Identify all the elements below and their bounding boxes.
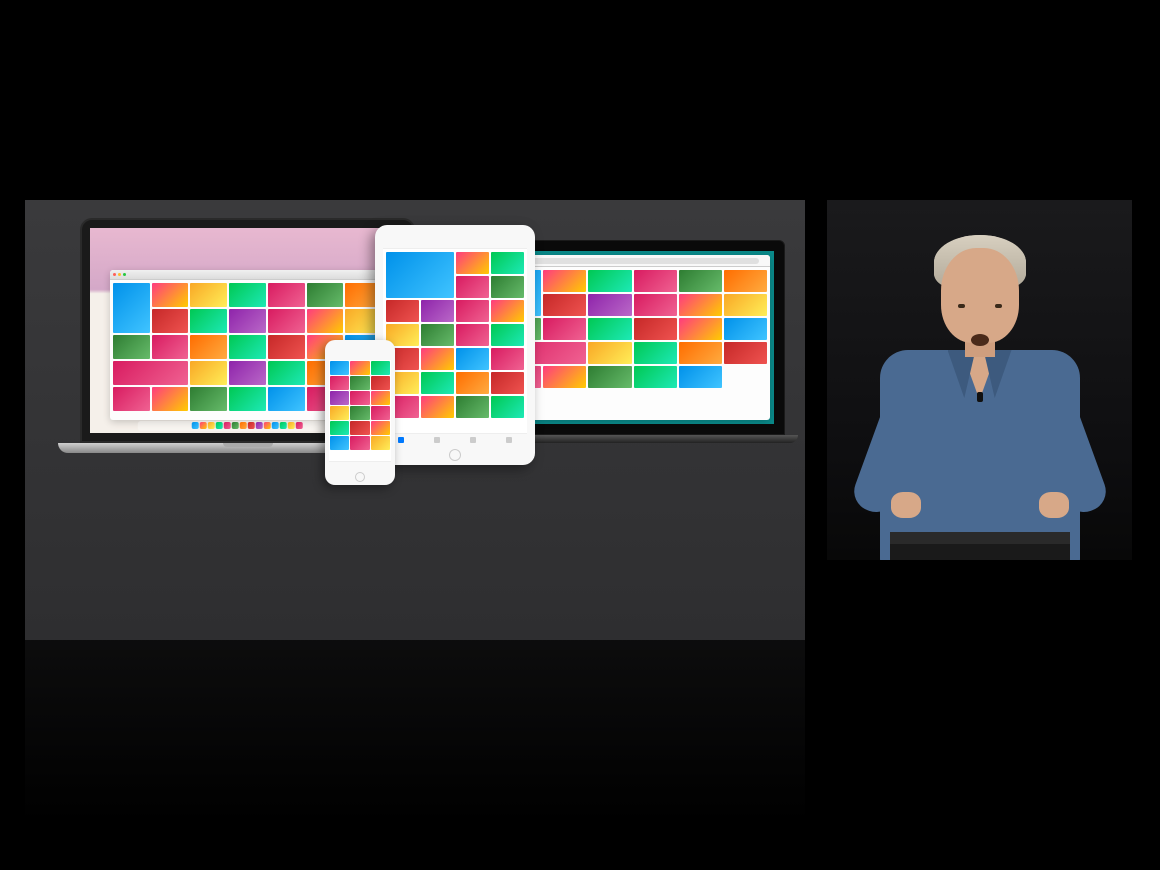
device-ipad (375, 225, 535, 465)
browser-toolbar (495, 255, 770, 267)
tab-icon (398, 437, 404, 443)
tab-icon (470, 437, 476, 443)
photo-thumbnail-grid (329, 360, 391, 451)
presentation-slide (25, 200, 805, 640)
slide-reflection (25, 640, 805, 870)
tab-icon (506, 437, 512, 443)
lavalier-mic-icon (977, 392, 983, 402)
photo-thumbnail-grid (383, 249, 527, 421)
ios-tab-bar (383, 433, 527, 445)
device-iphone (325, 340, 395, 485)
home-button-icon (355, 472, 365, 482)
ios-status-bar (383, 239, 527, 249)
presenter-figure (865, 230, 1095, 560)
ios-tab-bar (329, 461, 391, 469)
icloud-web-window (495, 255, 770, 420)
photo-thumbnail-grid (495, 267, 770, 391)
home-button-icon (449, 449, 461, 461)
tab-icon (434, 437, 440, 443)
window-toolbar (110, 270, 385, 280)
presenter-video-inset (827, 200, 1132, 560)
